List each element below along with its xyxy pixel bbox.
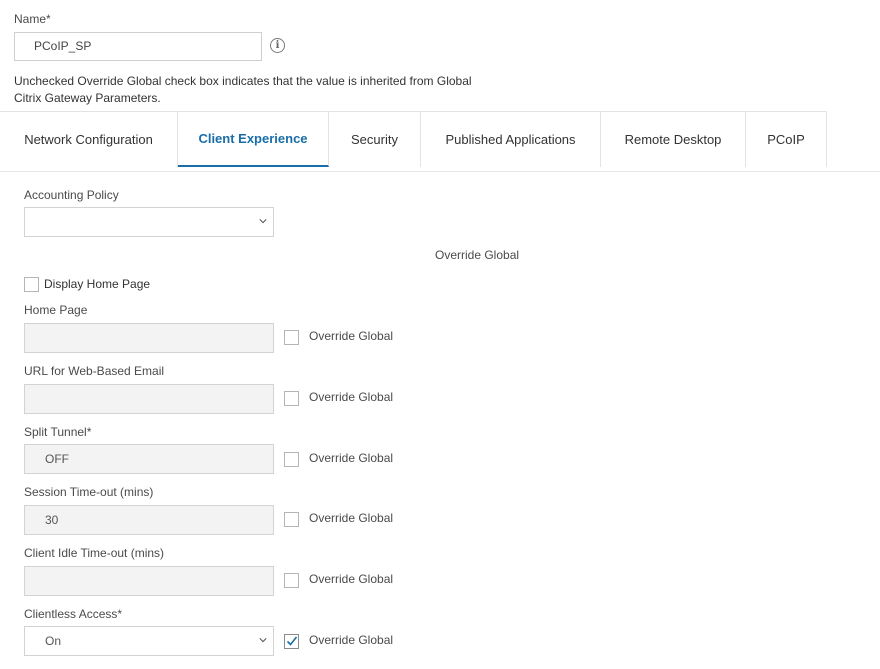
- tab-divider: [0, 171, 880, 172]
- override-global-header: Override Global: [435, 248, 520, 262]
- tab-label: Client Experience: [198, 131, 308, 146]
- tab-published-applications[interactable]: Published Applications: [421, 111, 601, 167]
- tab-label: Remote Desktop: [624, 132, 722, 147]
- session-timeout-override-checkbox[interactable]: [284, 512, 299, 527]
- tab-network-configuration[interactable]: Network Configuration: [0, 111, 178, 167]
- clientless-access-select[interactable]: On: [24, 626, 274, 656]
- tab-bar: Network Configuration Client Experience …: [0, 111, 827, 167]
- home-page-input[interactable]: [24, 323, 274, 353]
- tab-pcoip[interactable]: PCoIP: [746, 111, 827, 167]
- web-email-url-override-label: Override Global: [309, 390, 394, 404]
- tab-label: Network Configuration: [24, 132, 153, 147]
- split-tunnel-select[interactable]: OFF: [24, 444, 274, 474]
- split-tunnel-override-checkbox[interactable]: [284, 452, 299, 467]
- name-input[interactable]: PCoIP_SP: [14, 32, 262, 61]
- chevron-down-icon: [259, 638, 267, 643]
- accounting-policy-label: Accounting Policy: [24, 188, 119, 202]
- split-tunnel-override-label: Override Global: [309, 451, 394, 465]
- session-timeout-input[interactable]: 30: [24, 505, 274, 535]
- clientless-access-value: On: [45, 634, 62, 648]
- split-tunnel-label: Split Tunnel*: [24, 425, 92, 439]
- tab-security[interactable]: Security: [329, 111, 421, 167]
- display-home-page-label: Display Home Page: [44, 277, 151, 291]
- home-page-label: Home Page: [24, 303, 88, 317]
- display-home-page-checkbox[interactable]: [24, 277, 39, 292]
- client-idle-timeout-override-label: Override Global: [309, 572, 394, 586]
- checkmark-icon: [286, 636, 298, 646]
- info-icon[interactable]: i: [270, 38, 285, 53]
- tab-label: Security: [351, 132, 398, 147]
- accounting-policy-select[interactable]: [24, 207, 274, 237]
- tab-remote-desktop[interactable]: Remote Desktop: [601, 111, 746, 167]
- override-note: Unchecked Override Global check box indi…: [14, 74, 472, 105]
- name-label: Name*: [14, 12, 51, 26]
- session-timeout-override-label: Override Global: [309, 511, 394, 525]
- session-timeout-label: Session Time-out (mins): [24, 485, 154, 499]
- tab-label: PCoIP: [767, 132, 805, 147]
- client-idle-timeout-label: Client Idle Time-out (mins): [24, 546, 165, 560]
- client-idle-timeout-override-checkbox[interactable]: [284, 573, 299, 588]
- clientless-access-override-label: Override Global: [309, 633, 394, 647]
- client-idle-timeout-input[interactable]: [24, 566, 274, 596]
- web-email-url-input[interactable]: [24, 384, 274, 414]
- web-email-url-label: URL for Web-Based Email: [24, 364, 165, 378]
- tab-client-experience[interactable]: Client Experience: [178, 111, 329, 167]
- home-page-override-checkbox[interactable]: [284, 330, 299, 345]
- home-page-override-label: Override Global: [309, 329, 394, 343]
- tab-label: Published Applications: [445, 132, 576, 147]
- clientless-access-label: Clientless Access*: [24, 607, 123, 621]
- web-email-url-override-checkbox[interactable]: [284, 391, 299, 406]
- chevron-down-icon: [259, 219, 267, 224]
- clientless-access-override-checkbox[interactable]: [284, 634, 299, 649]
